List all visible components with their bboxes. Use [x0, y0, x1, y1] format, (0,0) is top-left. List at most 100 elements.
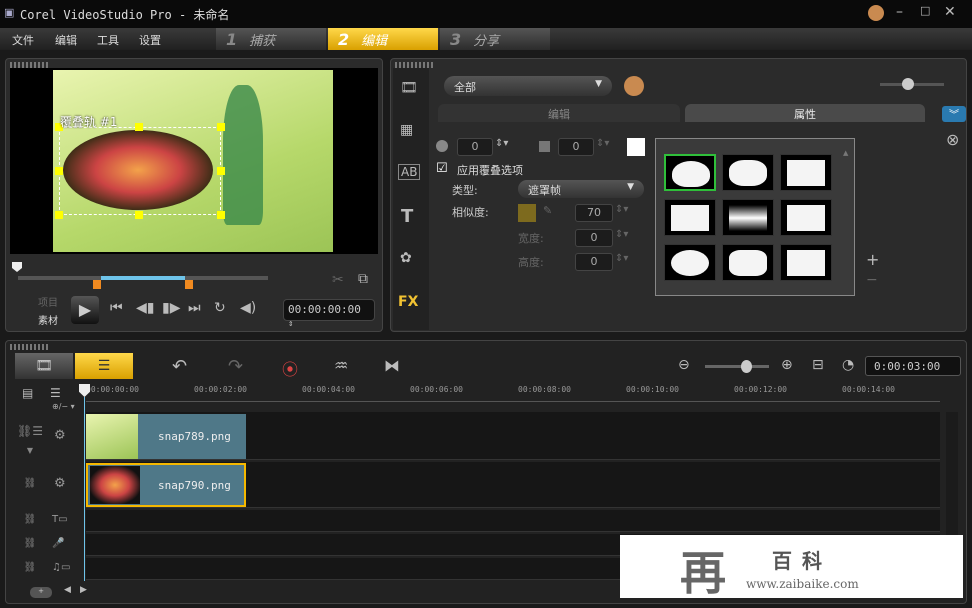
enlarge-icon[interactable]: ⧉: [358, 271, 368, 287]
voice-ripple-icon[interactable]: ⛓: [14, 538, 46, 549]
similarity-field[interactable]: 70: [575, 204, 613, 222]
close-panel-icon[interactable]: ⊗: [946, 130, 959, 149]
mask-thumbnail[interactable]: [664, 199, 716, 236]
add-marker-control[interactable]: ⊕/− ▾: [52, 402, 75, 411]
redo-button[interactable]: ↷: [228, 356, 243, 377]
add-track-button[interactable]: +: [30, 587, 52, 598]
eyedropper-icon[interactable]: ✎: [543, 204, 552, 217]
mask-thumbnail[interactable]: [664, 154, 716, 191]
cut-icon[interactable]: ✂: [332, 272, 344, 288]
resize-handle[interactable]: [135, 123, 143, 131]
add-mask-button[interactable]: +: [866, 250, 879, 269]
resize-handle[interactable]: [55, 211, 63, 219]
library-options-icon[interactable]: [624, 76, 644, 96]
timeline-zoom-slider[interactable]: [705, 365, 769, 368]
resize-handle[interactable]: [217, 123, 225, 131]
zoom-slider-thumb[interactable]: [741, 360, 752, 373]
zoom-in-icon[interactable]: ⊕: [781, 357, 793, 373]
overlay-selection-box[interactable]: [59, 127, 221, 215]
mix-audio-button[interactable]: ♒: [334, 356, 348, 375]
scroll-left-button[interactable]: ◀: [64, 585, 71, 595]
mask-thumbnail[interactable]: [780, 154, 832, 191]
maximize-button[interactable]: □: [920, 4, 930, 17]
mode-project[interactable]: 项目: [38, 294, 58, 309]
type-dropdown[interactable]: 遮罩帧 ▼: [518, 180, 644, 198]
resize-handle[interactable]: [217, 211, 225, 219]
height-field[interactable]: 0: [575, 253, 613, 271]
menu-settings[interactable]: 设置: [139, 32, 161, 48]
close-button[interactable]: ✕: [944, 4, 956, 20]
clip-overlay[interactable]: snap790.png: [86, 463, 246, 507]
timecode-field[interactable]: 00:00:00:00 ⇕: [283, 299, 375, 329]
previous-frame-button[interactable]: ◀▮: [136, 300, 154, 316]
end-button[interactable]: ⏭: [188, 300, 201, 316]
opacity-field[interactable]: 0: [457, 138, 493, 156]
tab-capture[interactable]: 1 捕获: [216, 28, 326, 50]
zoom-out-icon[interactable]: ⊖: [678, 357, 690, 373]
title-track[interactable]: [86, 510, 940, 532]
tab-edit[interactable]: 2 编辑: [328, 28, 438, 50]
menu-edit[interactable]: 编辑: [55, 32, 77, 48]
resize-handle[interactable]: [55, 167, 63, 175]
minimize-button[interactable]: –: [896, 4, 903, 20]
mask-thumbnail[interactable]: [780, 199, 832, 236]
repeat-button[interactable]: ↻: [214, 300, 226, 316]
mask-thumbnail[interactable]: [722, 244, 774, 281]
show-all-tracks-icon[interactable]: ▤: [22, 386, 33, 400]
ripple-editing-icon[interactable]: ⛓☰: [14, 424, 46, 438]
tab-edit-options[interactable]: 编辑: [438, 104, 680, 122]
menu-tools[interactable]: 工具: [97, 32, 119, 48]
menu-file[interactable]: 文件: [12, 32, 34, 48]
record-capture-button[interactable]: ⦿: [282, 356, 298, 380]
apply-overlay-checkbox[interactable]: ☑: [436, 161, 448, 176]
opacity-stepper[interactable]: ⇕▾: [495, 138, 508, 149]
width-stepper[interactable]: ⇕▾: [615, 229, 628, 240]
tab-share[interactable]: 3 分享: [440, 28, 550, 50]
resize-handle[interactable]: [135, 211, 143, 219]
undo-button[interactable]: ↶: [172, 356, 187, 377]
title-ripple-icon[interactable]: ⛓: [14, 514, 46, 525]
gallery-scrollbar[interactable]: ▲: [843, 145, 849, 291]
border-field[interactable]: 0: [558, 138, 594, 156]
auto-music-button[interactable]: ⧓: [384, 356, 400, 375]
fit-project-icon[interactable]: ⊟: [812, 357, 824, 373]
mask-thumbnail[interactable]: [722, 154, 774, 191]
next-frame-button[interactable]: ▮▶: [162, 300, 180, 316]
collapse-button[interactable]: ︾: [942, 106, 966, 122]
width-field[interactable]: 0: [575, 229, 613, 247]
title-icon[interactable]: AB: [398, 164, 421, 180]
help-icon[interactable]: [868, 5, 884, 21]
category-dropdown[interactable]: 全部 ▼: [444, 76, 612, 96]
ripple-dropdown-icon[interactable]: ▼: [14, 446, 46, 455]
graphics-icon[interactable]: ✿: [400, 250, 412, 266]
panel-grip[interactable]: [10, 344, 50, 350]
music-ripple-icon[interactable]: ⛓: [14, 562, 46, 573]
resize-handle[interactable]: [217, 167, 225, 175]
mask-thumbnail[interactable]: [722, 199, 774, 236]
home-button[interactable]: ⏮: [110, 300, 123, 316]
play-button[interactable]: ▶: [71, 296, 99, 324]
trim-start-handle[interactable]: [93, 280, 101, 289]
border-color-swatch[interactable]: [627, 138, 645, 156]
remove-mask-button[interactable]: −: [866, 272, 878, 288]
track-manager-icon[interactable]: ☰: [50, 386, 61, 400]
transition-icon[interactable]: ▦: [400, 122, 413, 138]
filter-fx-icon[interactable]: FX: [398, 294, 418, 310]
media-icon[interactable]: 🎞: [400, 80, 418, 96]
trim-end-handle[interactable]: [185, 280, 193, 289]
volume-button[interactable]: ◀): [240, 300, 256, 316]
text-icon[interactable]: T: [401, 206, 413, 227]
timeline-view-button[interactable]: ☰: [75, 353, 133, 379]
slider-thumb[interactable]: [902, 78, 914, 90]
mask-thumbnail[interactable]: [664, 244, 716, 281]
height-stepper[interactable]: ⇕▾: [615, 253, 628, 264]
similarity-color-swatch[interactable]: [518, 204, 536, 222]
mode-clip[interactable]: 素材: [38, 312, 58, 327]
similarity-stepper[interactable]: ⇕▾: [615, 204, 628, 215]
tab-attributes[interactable]: 属性: [685, 104, 925, 122]
storyboard-view-button[interactable]: 🎞: [15, 353, 73, 379]
overlay-ripple-icon[interactable]: ⛓: [14, 478, 46, 489]
border-stepper[interactable]: ⇕▾: [596, 138, 609, 149]
mask-thumbnail[interactable]: [780, 244, 832, 281]
scroll-right-button[interactable]: ▶: [80, 585, 87, 595]
